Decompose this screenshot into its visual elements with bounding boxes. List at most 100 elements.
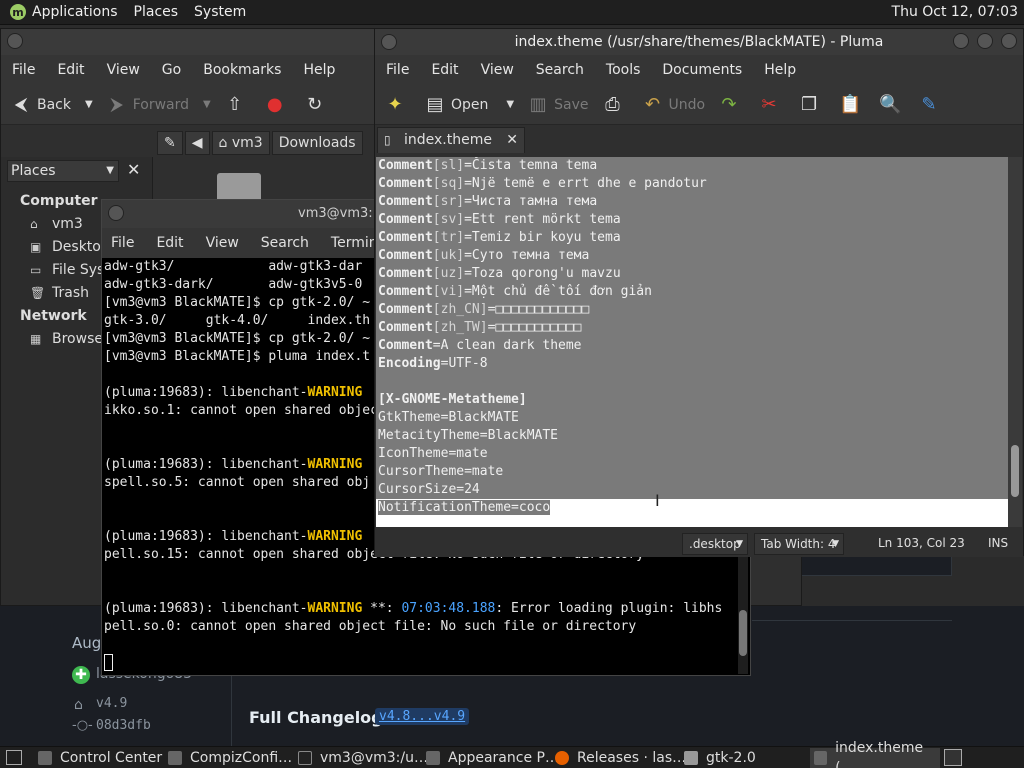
maximize-button[interactable] xyxy=(977,33,993,49)
term-menu-file[interactable]: File xyxy=(111,235,134,251)
redo-icon: ↷ xyxy=(721,93,737,115)
ed-menu-search[interactable]: Search xyxy=(536,62,584,78)
sidebar-item-vm3[interactable]: ⌂ vm3 xyxy=(30,216,83,232)
minimize-button[interactable] xyxy=(953,33,969,49)
close-sidebar-icon[interactable]: ✕ xyxy=(127,160,140,179)
sidebar-item-filesystem[interactable]: ▭ File Syst xyxy=(30,262,110,278)
term-menu-edit[interactable]: Edit xyxy=(156,235,183,251)
term-menu-view[interactable]: View xyxy=(206,235,239,251)
stop-button[interactable]: ● xyxy=(265,94,291,115)
terminal-text-segment: WARNING xyxy=(307,601,363,616)
editor-value: CursorSize=24 xyxy=(378,482,480,497)
new-document-button[interactable]: ✦ xyxy=(385,93,411,115)
close-button[interactable] xyxy=(1001,33,1017,49)
copy-button[interactable]: ❐ xyxy=(799,94,825,115)
window-menu-icon[interactable] xyxy=(7,33,23,49)
back-arrow-icon: ⮜ xyxy=(14,93,28,115)
changelog-link[interactable]: v4.8...v4.9 xyxy=(375,708,470,725)
terminal-text-segment: 07:03:48.188 xyxy=(401,601,496,616)
commit-hash[interactable]: 08d3dfb xyxy=(96,718,151,733)
tab-close-icon[interactable]: ✕ xyxy=(506,128,518,152)
undo-button[interactable]: ↶ Undo xyxy=(642,93,705,115)
system-menu[interactable]: System xyxy=(194,4,246,20)
places-menu[interactable]: Places xyxy=(134,4,179,20)
up-button[interactable]: ⇧ xyxy=(225,94,251,115)
editor-value: NotificationTheme=coco xyxy=(378,500,551,515)
ed-menu-documents[interactable]: Documents xyxy=(662,62,742,78)
ed-menu-tools[interactable]: Tools xyxy=(606,62,641,78)
ed-menu-file[interactable]: File xyxy=(386,62,409,78)
editor-line: Comment[sr]=Чиста тамна тема xyxy=(376,193,1008,211)
task-gtk-folder[interactable]: gtk-2.0 xyxy=(684,748,756,768)
new-document-icon: ✦ xyxy=(387,93,403,115)
editor-key: Comment xyxy=(378,248,433,263)
tag-icon: ⌂ xyxy=(74,697,83,713)
editor-text-area[interactable]: Comment[sl]=Čista temna tema Comment[sq]=… xyxy=(376,157,1008,527)
undo-icon: ↶ xyxy=(644,93,661,115)
edit-location-button[interactable]: ✎ xyxy=(157,131,183,155)
fm-menu-go[interactable]: Go xyxy=(162,62,181,78)
editor-line: Encoding=UTF-8 xyxy=(376,355,1008,373)
terminal-title: vm3@vm3: xyxy=(298,206,373,221)
fm-menu-bookmarks[interactable]: Bookmarks xyxy=(203,62,281,78)
editor-key: [X-GNOME-Metatheme] xyxy=(378,392,527,407)
find-button[interactable]: 🔍 xyxy=(879,94,905,115)
cut-button[interactable]: ✂ xyxy=(759,93,785,115)
tab-width-selector[interactable]: Tab Width: 4 ▼ xyxy=(754,533,844,555)
home-icon: ⌂ xyxy=(218,135,232,151)
sidebar-item-trash[interactable]: 🗑 Trash xyxy=(30,285,89,301)
show-desktop-icon[interactable] xyxy=(6,750,22,765)
back-button[interactable]: ⮜ Back ▼ xyxy=(11,93,93,115)
fm-menu-view[interactable]: View xyxy=(107,62,140,78)
task-index-theme[interactable]: index.theme (… xyxy=(810,740,940,768)
editor-scroll-thumb[interactable] xyxy=(1011,445,1019,497)
save-button[interactable]: ▥ Save xyxy=(528,94,589,115)
sidebar-item-desktop[interactable]: ▣ Desktop xyxy=(30,239,110,255)
ed-menu-edit[interactable]: Edit xyxy=(431,62,458,78)
term-menu-search[interactable]: Search xyxy=(261,235,309,251)
forward-button[interactable]: ⮞ Forward ▼ xyxy=(107,94,211,115)
path-vm3-button[interactable]: ⌂ vm3 xyxy=(211,131,270,155)
editor-line: NotificationTheme=coco xyxy=(376,499,1008,517)
editor-line: Comment[sl]=Čista temna tema xyxy=(376,157,1008,175)
path-scroll-left-button[interactable]: ◀ xyxy=(184,131,210,155)
print-button[interactable]: ⎙ xyxy=(602,94,628,115)
fm-menu-help[interactable]: Help xyxy=(303,62,335,78)
fm-menu-file[interactable]: File xyxy=(12,62,35,78)
redo-button[interactable]: ↷ xyxy=(719,93,745,115)
replace-button[interactable]: ✎ xyxy=(919,94,945,115)
editor-scrollbar[interactable] xyxy=(1008,157,1022,527)
editor-window-menu-icon[interactable] xyxy=(381,34,397,50)
mate-logo-icon[interactable]: m xyxy=(10,4,26,20)
text-cursor-icon: I xyxy=(655,491,660,510)
tab-index-theme[interactable]: ▯ index.theme ✕ xyxy=(377,127,525,153)
editor-titlebar[interactable]: index.theme (/usr/share/themes/BlackMATE… xyxy=(375,29,1023,55)
back-dropdown-icon[interactable]: ▼ xyxy=(85,99,93,110)
reload-button[interactable]: ↻ xyxy=(305,94,331,115)
task-control-center[interactable]: Control Center xyxy=(38,748,162,768)
clock[interactable]: Thu Oct 12, 07:03 xyxy=(892,4,1018,20)
terminal-scroll-thumb[interactable] xyxy=(739,610,747,656)
fm-menu-edit[interactable]: Edit xyxy=(57,62,84,78)
applications-menu[interactable]: Applications xyxy=(32,4,118,20)
ed-menu-view[interactable]: View xyxy=(481,62,514,78)
paste-button[interactable]: 📋 xyxy=(839,94,865,115)
language-selector[interactable]: .desktop ▼ xyxy=(682,533,748,555)
workspace-switcher[interactable] xyxy=(944,749,962,766)
task-appearance[interactable]: Appearance P… xyxy=(426,748,559,768)
scissors-icon: ✂ xyxy=(761,93,777,115)
terminal-text-segment: gtk-3.0/ gtk-4.0/ index.th xyxy=(104,313,371,328)
author-avatar[interactable]: ✚ xyxy=(72,666,90,684)
open-dropdown-icon[interactable]: ▼ xyxy=(506,99,514,110)
firefox-icon xyxy=(555,751,569,765)
forward-dropdown-icon[interactable]: ▼ xyxy=(203,99,211,110)
release-tag[interactable]: v4.9 xyxy=(96,696,127,711)
ed-menu-help[interactable]: Help xyxy=(764,62,796,78)
task-terminal[interactable]: vm3@vm3:/u… xyxy=(298,748,428,768)
task-firefox-releases[interactable]: Releases · las… xyxy=(555,748,686,768)
task-compizconfig[interactable]: CompizConfi… xyxy=(168,748,292,768)
places-combo[interactable]: Places ▼ xyxy=(7,160,119,182)
open-button[interactable]: ▤ Open ▼ xyxy=(425,94,514,115)
path-downloads-button[interactable]: Downloads xyxy=(271,131,363,155)
terminal-window-menu-icon[interactable] xyxy=(108,205,124,221)
